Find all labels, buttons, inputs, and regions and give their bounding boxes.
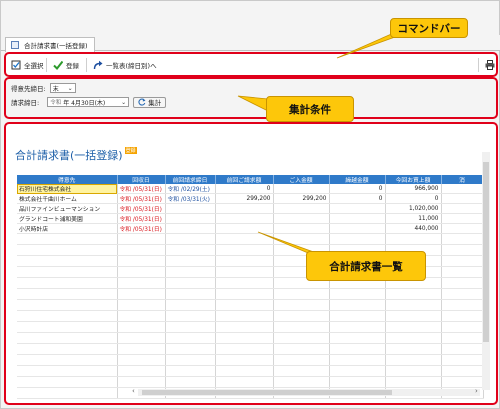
- callout-command-bar: コマンドバー: [390, 18, 468, 38]
- callout-list-text: 合計請求書一覧: [329, 260, 403, 273]
- callout-invoice-list: 合計請求書一覧: [306, 251, 426, 281]
- callout-conditions-text: 集計条件: [289, 103, 331, 116]
- callout-tails: [237, 27, 421, 264]
- callout-command-text: コマンドバー: [397, 22, 461, 35]
- callout-conditions: 集計条件: [266, 96, 354, 122]
